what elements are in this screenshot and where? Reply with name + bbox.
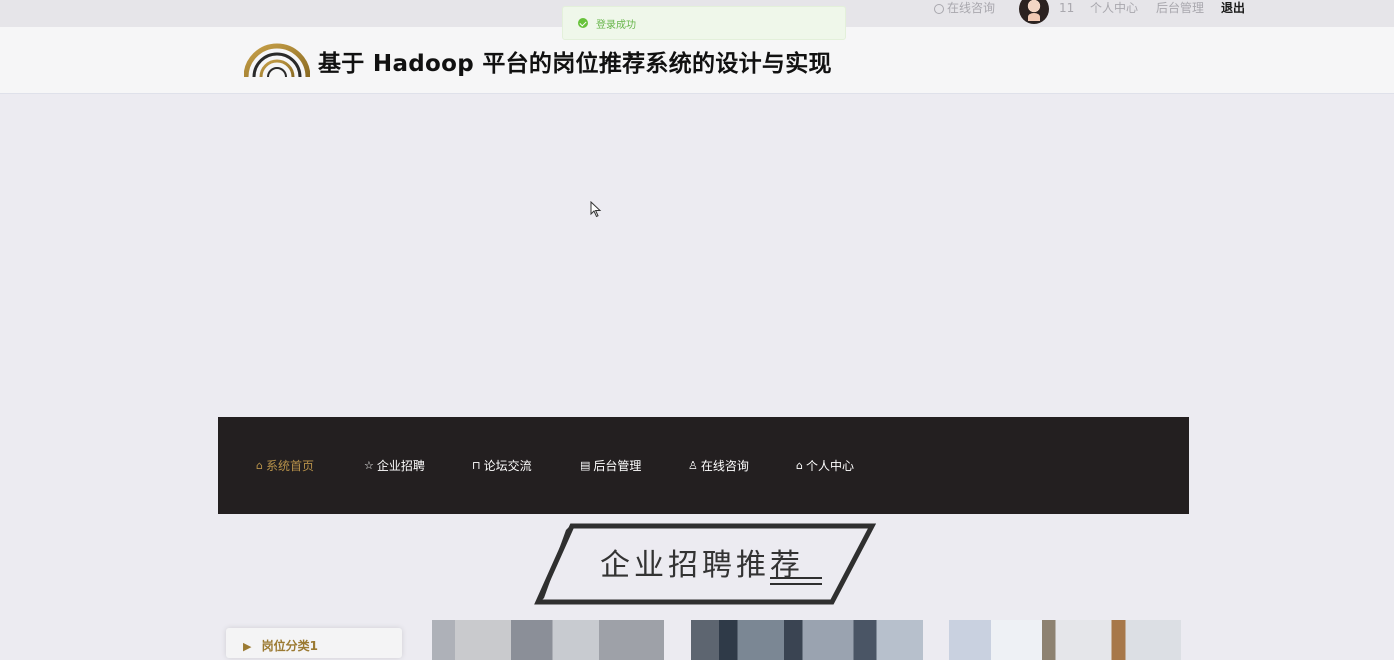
nav-label: 系统首页 — [265, 459, 314, 473]
online-consult-label: 在线咨询 — [947, 1, 996, 15]
nav-label: 在线咨询 — [700, 459, 749, 473]
job-thumbnail[interactable] — [691, 620, 923, 660]
mouse-cursor-icon — [590, 201, 602, 218]
main-nav: ⌂ 系统首页 ☆ 企业招聘 ⊓ 论坛交流 ▤ 后台管理 ♙ 在线咨询 ⌂ 个人中… — [218, 417, 1189, 514]
home-icon: ⌂ — [256, 459, 263, 472]
logout-link[interactable]: 退出 — [1221, 0, 1245, 17]
job-thumbnail[interactable] — [949, 620, 1181, 660]
backend-link[interactable]: 后台管理 — [1156, 0, 1204, 17]
home-icon: ⌂ — [796, 459, 803, 472]
user-circle-icon — [934, 3, 944, 14]
nav-item-consult[interactable]: ♙ 在线咨询 — [688, 457, 749, 475]
category-item[interactable]: ▶ 岗位分类1 — [226, 628, 402, 658]
avatar[interactable] — [1019, 0, 1049, 24]
success-toast: 登录成功 — [562, 6, 846, 40]
document-icon: ▤ — [580, 459, 591, 472]
username: 11 — [1059, 1, 1075, 15]
nav-label: 后台管理 — [593, 459, 642, 473]
personal-center-link[interactable]: 个人中心 — [1090, 0, 1138, 17]
nav-item-home[interactable]: ⌂ 系统首页 — [256, 457, 314, 475]
nav-item-backend[interactable]: ▤ 后台管理 — [580, 457, 641, 475]
nav-item-forum[interactable]: ⊓ 论坛交流 — [472, 457, 532, 475]
check-circle-icon — [578, 18, 588, 28]
arch-logo-icon[interactable] — [244, 39, 310, 79]
user-icon: ♙ — [688, 459, 698, 472]
online-consult-link[interactable]: 在线咨询 — [934, 0, 995, 17]
star-icon: ☆ — [364, 459, 374, 472]
nav-label: 个人中心 — [805, 459, 854, 473]
section-title: 企业招聘推荐 — [534, 522, 876, 606]
toast-message: 登录成功 — [596, 19, 636, 31]
nav-item-recruitment[interactable]: ☆ 企业招聘 — [364, 457, 425, 475]
job-thumbnail[interactable] — [432, 620, 664, 660]
page-title: 基于 Hadoop 平台的岗位推荐系统的设计与实现 — [318, 51, 832, 77]
bag-icon: ⊓ — [472, 459, 481, 472]
triangle-right-icon: ▶ — [243, 640, 252, 653]
nav-label: 企业招聘 — [376, 459, 425, 473]
category-label: 岗位分类1 — [261, 639, 319, 653]
nav-label: 论坛交流 — [483, 459, 532, 473]
nav-item-personal[interactable]: ⌂ 个人中心 — [796, 457, 854, 475]
section-title-text: 企业招聘推荐 — [600, 548, 804, 583]
